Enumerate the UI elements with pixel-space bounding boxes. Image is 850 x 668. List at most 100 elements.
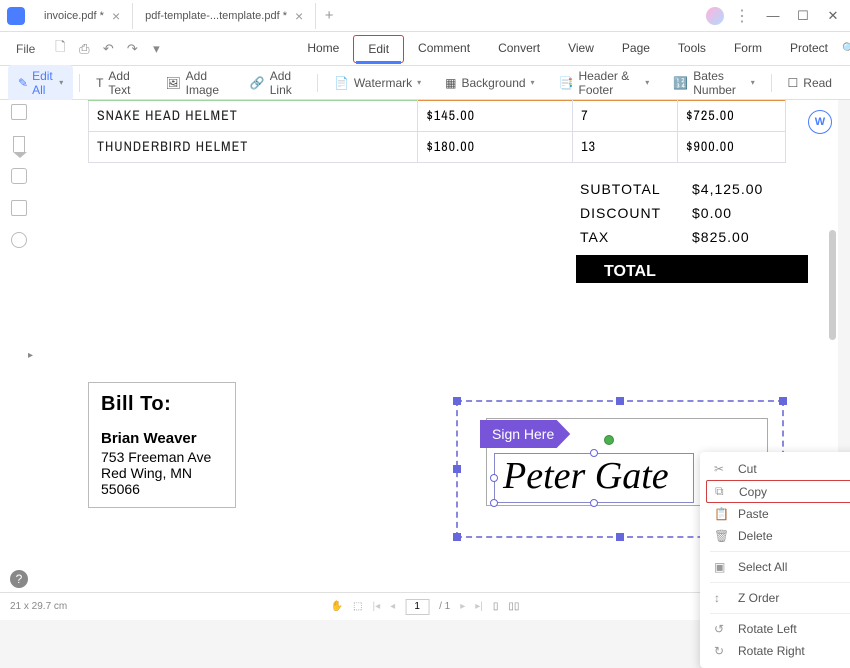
header-footer-icon: 📑 [559,76,574,90]
table-row[interactable]: THUNDERBIRD HELMET $180.00 13 $900.00 [89,132,786,163]
scrollbar-thumb[interactable] [829,230,836,340]
toolbar: ✎ Edit All ▾ TAdd Text 🖼Add Image 🔗Add L… [0,66,850,100]
page-number-input[interactable] [405,599,429,615]
document-tab-2[interactable]: pdf-template-...template.pdf * × [133,3,316,29]
ctx-copy[interactable]: ⧉Copy [706,480,850,503]
sign-here-tag[interactable]: Sign Here [480,420,570,448]
header-footer-button[interactable]: 📑Header & Footer▾ [549,65,660,101]
subtotal-label: SUBTOTAL [576,181,684,197]
context-menu: ✂Cut ⧉Copy 📋Paste 🗑Delete ▣Select All ↕Z… [700,452,850,668]
menu-page[interactable]: Page [608,35,664,63]
invoice-table: SNAKE HEAD HELMET $145.00 7 $725.00 THUN… [88,100,786,163]
redo-icon[interactable]: ↷ [123,40,141,58]
read-button[interactable]: ☐Read [778,72,842,94]
rotation-handle[interactable] [604,435,614,445]
add-text-button[interactable]: TAdd Text [86,65,151,101]
resize-handle[interactable] [453,533,461,541]
resize-handle[interactable] [779,397,787,405]
two-page-icon[interactable]: ▯▯ [508,601,519,612]
image-icon: 🖼 [165,76,180,90]
watermark-icon: 📄 [334,76,349,90]
first-page-icon[interactable]: |◂ [372,601,380,612]
minimize-button[interactable]: — [760,3,786,29]
search-tools[interactable]: 🔍 Search Tools [842,37,850,61]
tax-value: $825.00 [684,229,784,245]
item-desc: THUNDERBIRD HELMET [89,132,418,163]
resize-handle[interactable] [453,465,461,473]
bill-to-name: Brian Weaver [101,430,223,447]
menu-view[interactable]: View [554,35,608,63]
edit-all-button[interactable]: ✎ Edit All ▾ [8,65,73,101]
attachments-icon[interactable] [11,200,27,216]
new-tab-button[interactable]: + [316,7,342,24]
file-menu[interactable]: File [8,42,43,56]
discount-value: $0.00 [684,205,784,221]
tab-title: pdf-template-...template.pdf * [145,10,287,22]
item-qty: 13 [573,132,678,163]
single-page-icon[interactable]: ▯ [493,601,499,612]
rotate-left-icon: ↺ [714,622,728,636]
bill-to-box[interactable]: Bill To: Brian Weaver 753 Freeman Ave Re… [88,382,236,508]
next-page-icon[interactable]: ▸ [460,601,465,612]
ctx-rotate-right[interactable]: ↻Rotate Right [700,640,850,662]
select-tool-icon[interactable]: ⬚ [353,601,362,612]
resize-handle[interactable] [616,533,624,541]
add-image-button[interactable]: 🖼Add Image [155,65,235,101]
watermark-button[interactable]: 📄Watermark▾ [324,72,431,94]
search-rail-icon[interactable] [11,232,27,248]
tab-close-icon[interactable]: × [295,8,303,24]
help-icon[interactable]: ? [10,570,28,588]
menu-edit[interactable]: Edit [353,35,404,63]
save-icon[interactable]: 🗋 [51,40,69,58]
add-link-button[interactable]: 🔗Add Link [240,65,311,101]
more-menu-icon[interactable]: ⋮ [728,6,756,26]
ctx-delete[interactable]: 🗑Delete [700,525,850,547]
z-order-icon: ↕ [714,591,728,605]
bookmarks-icon[interactable] [13,136,25,152]
item-qty: 7 [573,101,678,132]
close-window-button[interactable]: ✕ [820,3,846,29]
search-icon: 🔍 [842,42,850,55]
resize-handle[interactable] [490,474,498,482]
comments-icon[interactable] [11,168,27,184]
titlebar: invoice.pdf * × pdf-template-...template… [0,0,850,32]
menu-convert[interactable]: Convert [484,35,554,63]
app-icon [0,0,32,32]
last-page-icon[interactable]: ▸| [475,601,483,612]
thumbnails-icon[interactable] [11,104,27,120]
table-row[interactable]: SNAKE HEAD HELMET $145.00 7 $725.00 [89,101,786,132]
maximize-button[interactable]: ☐ [790,3,816,29]
hand-tool-icon[interactable]: ✋ [331,601,343,612]
chevron-down-icon: ▾ [59,78,63,87]
dropdown-icon[interactable]: ▾ [147,40,165,58]
copy-icon: ⧉ [715,484,729,499]
subtotal-value: $4,125.00 [684,181,784,197]
resize-handle[interactable] [616,397,624,405]
tab-close-icon[interactable]: × [112,8,120,24]
menu-form[interactable]: Form [720,35,776,63]
document-tab-1[interactable]: invoice.pdf * × [32,3,133,29]
resize-handle[interactable] [453,397,461,405]
menu-comment[interactable]: Comment [404,35,484,63]
ctx-cut[interactable]: ✂Cut [700,458,850,480]
ctx-rotate-left[interactable]: ↺Rotate Left [700,618,850,640]
user-avatar[interactable] [706,7,724,25]
background-button[interactable]: ▦Background▾ [435,72,544,94]
menu-home[interactable]: Home [293,35,353,63]
undo-icon[interactable]: ↶ [99,40,117,58]
ctx-paste[interactable]: 📋Paste [700,503,850,525]
ctx-z-order[interactable]: ↕Z Order▸ [700,587,850,609]
resize-handle[interactable] [490,499,498,507]
print-icon[interactable]: ⎙ [75,40,93,58]
resize-handle[interactable] [590,449,598,457]
resize-handle[interactable] [590,499,598,507]
menu-tools[interactable]: Tools [664,35,720,63]
prev-page-icon[interactable]: ◂ [390,601,395,612]
signature-text-box[interactable]: Peter Gate [494,453,694,503]
cut-icon: ✂ [714,462,728,476]
collapse-arrow-icon[interactable]: ▸ [28,350,33,361]
menu-protect[interactable]: Protect [776,35,842,63]
pencil-icon: ✎ [18,76,28,90]
ctx-select-all[interactable]: ▣Select All [700,556,850,578]
bates-number-button[interactable]: 🔢Bates Number▾ [663,65,764,101]
